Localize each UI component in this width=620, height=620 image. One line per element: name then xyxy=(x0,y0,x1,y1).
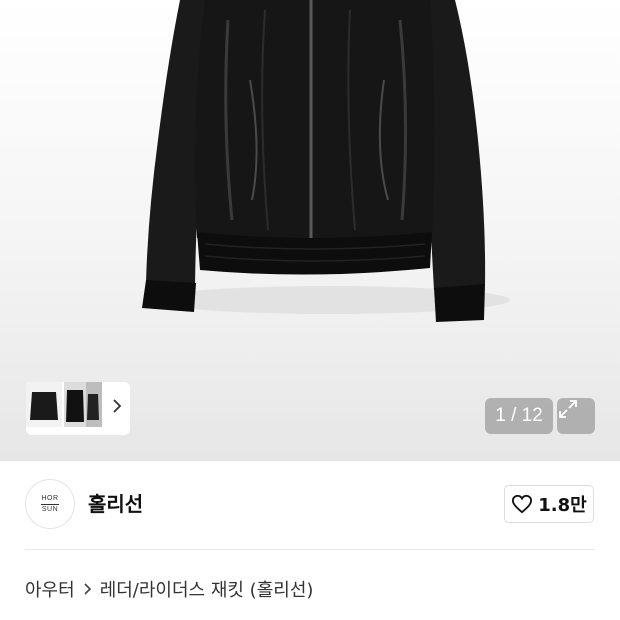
chevron-right-icon xyxy=(83,582,92,596)
brand-logo-rule xyxy=(41,503,59,505)
expand-icon xyxy=(559,400,577,418)
like-count: 1.8만 xyxy=(538,495,587,516)
page-separator: / xyxy=(511,405,517,426)
total-pages: 12 xyxy=(521,405,543,426)
brand-row: HOR SUN 홀리선 1.8만 xyxy=(0,461,620,549)
breadcrumb-subcategory[interactable]: 레더/라이더스 재킷 (홀리선) xyxy=(100,576,314,602)
breadcrumb: 아우터 레더/라이더스 재킷 (홀리선) xyxy=(25,574,313,604)
heart-icon xyxy=(512,494,533,514)
brand-logo-line2: SUN xyxy=(41,505,59,513)
thumbnail-images[interactable] xyxy=(26,382,102,427)
chevron-right-icon[interactable] xyxy=(112,398,124,418)
breadcrumb-category[interactable]: 아우터 xyxy=(25,576,75,602)
like-button[interactable]: 1.8만 xyxy=(504,485,594,523)
brand-name[interactable]: 홀리선 xyxy=(88,489,143,519)
brand-logo[interactable]: HOR SUN xyxy=(25,479,75,529)
expand-button[interactable] xyxy=(557,398,595,434)
image-page-counter: 1 / 12 xyxy=(485,398,553,434)
brand-logo-line1: HOR xyxy=(41,494,59,502)
current-page: 1 xyxy=(495,405,506,426)
thumbnail-strip[interactable] xyxy=(26,382,130,435)
section-divider xyxy=(25,549,595,550)
product-image-gallery[interactable]: 1 / 12 xyxy=(0,0,620,461)
